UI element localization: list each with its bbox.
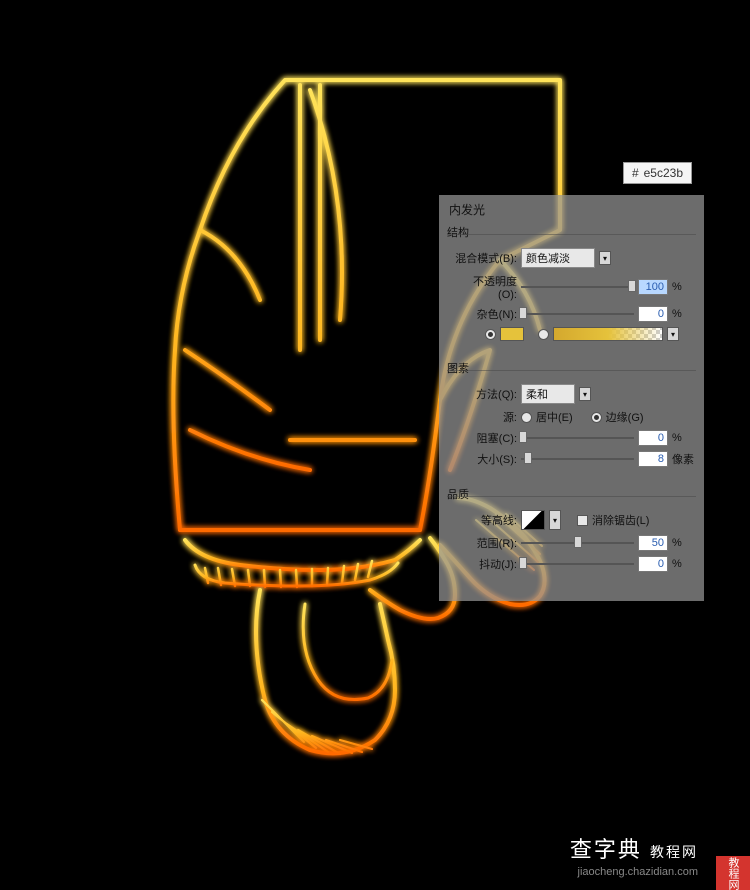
group-elements: 图素 方法(Q): 柔和 ▾ 源: 居中(E) 边缘(G) 阻塞(C): — [447, 360, 696, 476]
chevron-down-icon[interactable]: ▾ — [549, 510, 561, 530]
size-slider[interactable] — [521, 452, 634, 466]
opacity-label: 不透明度(O): — [455, 273, 517, 301]
opacity-slider[interactable] — [521, 280, 634, 294]
jitter-unit: % — [672, 558, 694, 570]
choke-label: 阻塞(C): — [455, 430, 517, 446]
watermark-badge: 教程网 — [716, 856, 750, 890]
size-label: 大小(S): — [455, 451, 517, 467]
contour-swatch[interactable] — [521, 510, 545, 530]
watermark-title: 查字典 — [570, 837, 642, 862]
jitter-label: 抖动(J): — [455, 556, 517, 572]
antialias-checkbox[interactable] — [577, 515, 588, 526]
watermark: 查字典 教程网 jiaocheng.chazidian.com — [498, 832, 698, 878]
watermark-subtitle: 教程网 — [650, 844, 698, 860]
opacity-input[interactable]: 100 — [638, 279, 668, 295]
noise-input[interactable]: 0 — [638, 306, 668, 322]
hex-color-badge: # e5c23b — [623, 162, 692, 184]
source-label: 源: — [455, 409, 517, 425]
color-swatch[interactable] — [500, 327, 524, 341]
noise-slider[interactable] — [521, 307, 634, 321]
panel-title: 内发光 — [449, 201, 696, 218]
source-edge-radio[interactable] — [591, 412, 602, 423]
range-unit: % — [672, 537, 694, 549]
contour-label: 等高线: — [455, 512, 517, 528]
group-quality: 品质 等高线: ▾ 消除锯齿(L) 范围(R): 50 % 抖动(J): — [447, 486, 696, 581]
noise-label: 杂色(N): — [455, 306, 517, 322]
choke-slider[interactable] — [521, 431, 634, 445]
technique-select[interactable]: 柔和 — [521, 384, 575, 404]
watermark-url: jiaocheng.chazidian.com — [498, 866, 698, 878]
choke-input[interactable]: 0 — [638, 430, 668, 446]
inner-glow-panel: 内发光 结构 混合模式(B): 颜色减淡 ▾ 不透明度(O): 100 % 杂色… — [439, 195, 704, 601]
chevron-down-icon[interactable]: ▾ — [579, 387, 591, 401]
range-slider[interactable] — [521, 536, 634, 550]
color-radio[interactable] — [485, 329, 496, 340]
jitter-slider[interactable] — [521, 557, 634, 571]
source-center-label: 居中(E) — [536, 409, 573, 425]
technique-label: 方法(Q): — [455, 386, 517, 402]
gradient-swatch[interactable] — [553, 327, 663, 341]
size-input[interactable]: 8 — [638, 451, 668, 467]
group-structure: 结构 混合模式(B): 颜色减淡 ▾ 不透明度(O): 100 % 杂色(N): — [447, 224, 696, 350]
source-center-radio[interactable] — [521, 412, 532, 423]
range-label: 范围(R): — [455, 535, 517, 551]
size-unit: 像素 — [672, 451, 694, 467]
hash-symbol: # — [632, 166, 639, 180]
blend-mode-select[interactable]: 颜色减淡 — [521, 248, 595, 268]
range-input[interactable]: 50 — [638, 535, 668, 551]
blend-mode-label: 混合模式(B): — [455, 250, 517, 266]
hex-value: e5c23b — [644, 166, 683, 180]
chevron-down-icon[interactable]: ▾ — [667, 327, 679, 341]
antialias-label: 消除锯齿(L) — [592, 512, 649, 528]
source-edge-label: 边缘(G) — [606, 409, 644, 425]
choke-unit: % — [672, 432, 694, 444]
chevron-down-icon[interactable]: ▾ — [599, 251, 611, 265]
gradient-radio[interactable] — [538, 329, 549, 340]
jitter-input[interactable]: 0 — [638, 556, 668, 572]
opacity-unit: % — [672, 281, 694, 293]
noise-unit: % — [672, 308, 694, 320]
